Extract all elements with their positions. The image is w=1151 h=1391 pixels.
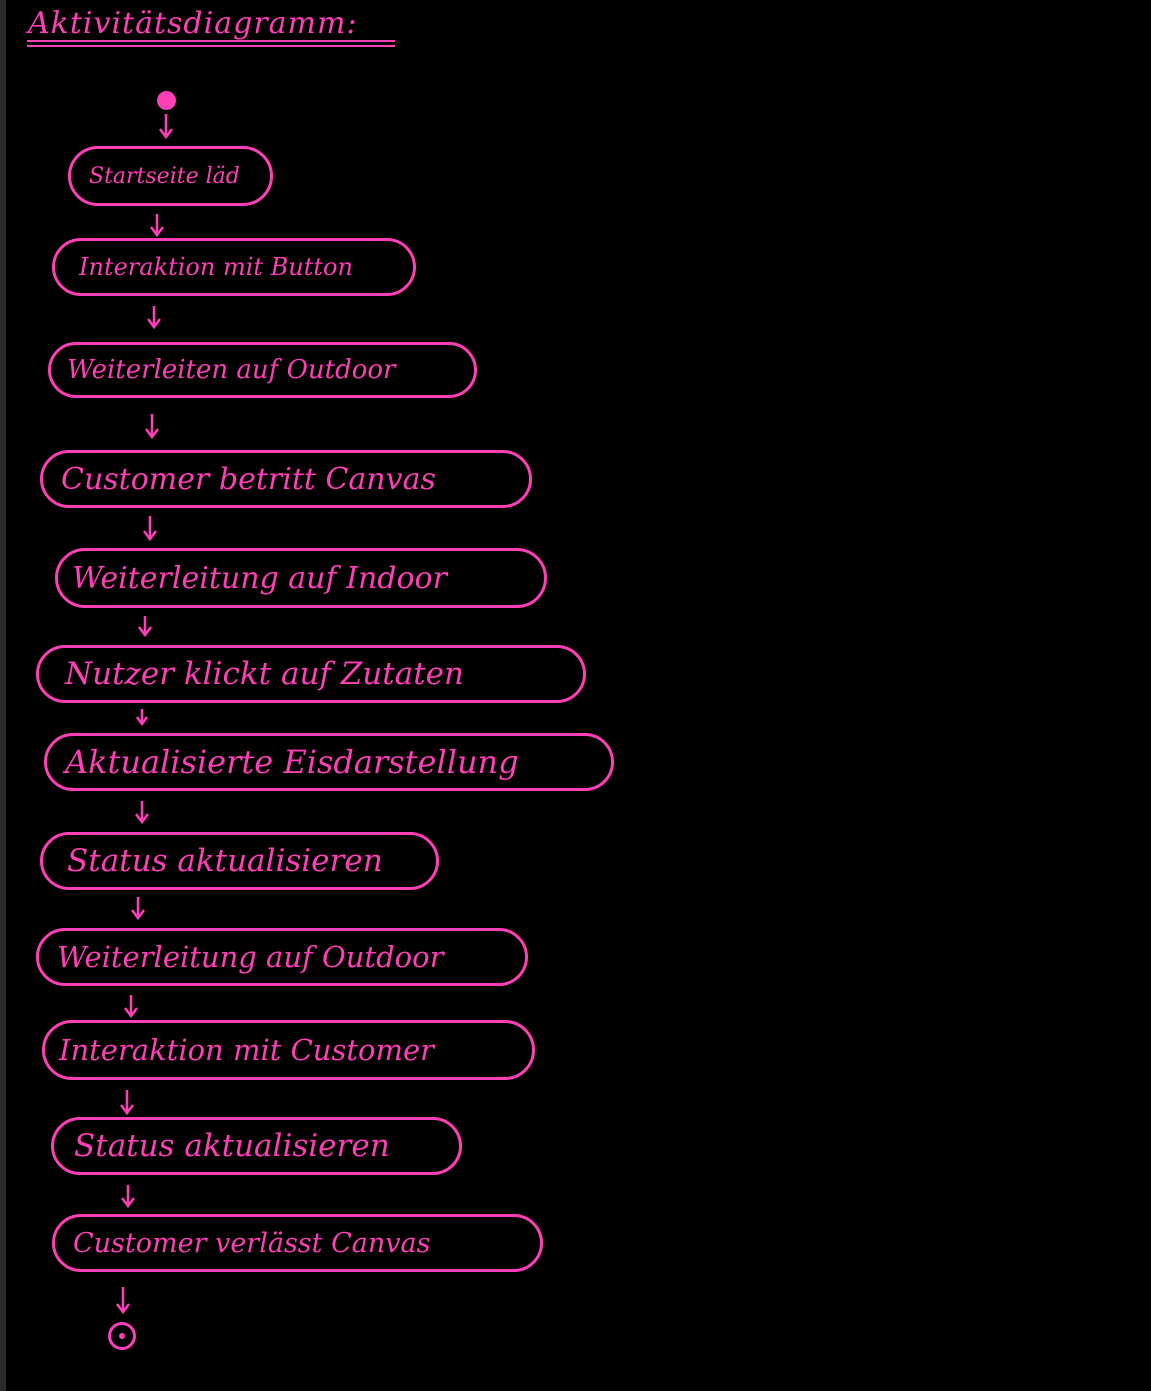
- action-status-aktualisieren-2: Status aktualisieren: [51, 1117, 462, 1175]
- action-label: Customer verlässt Canvas: [73, 1227, 431, 1259]
- flow-arrow: [123, 993, 139, 1019]
- action-label: Nutzer klickt auf Zutaten: [65, 656, 464, 692]
- flow-arrow: [130, 895, 146, 921]
- flow-arrow: [119, 1088, 135, 1116]
- action-weiterleitung-auf-outdoor: Weiterleitung auf Outdoor: [36, 928, 528, 986]
- action-weiterleitung-auf-indoor: Weiterleitung auf Indoor: [55, 548, 547, 608]
- flow-arrow: [144, 412, 160, 440]
- action-label: Weiterleiten auf Outdoor: [67, 355, 396, 385]
- action-weiterleiten-auf-outdoor: Weiterleiten auf Outdoor: [48, 342, 477, 398]
- flow-arrow: [146, 304, 162, 330]
- flow-arrow: [142, 514, 158, 542]
- action-label: Status aktualisieren: [67, 843, 383, 879]
- action-interaktion-mit-button: Interaktion mit Button: [52, 238, 416, 296]
- action-label: Weiterleitung auf Indoor: [72, 560, 447, 596]
- action-nutzer-klickt-auf-zutaten: Nutzer klickt auf Zutaten: [36, 645, 586, 703]
- action-label: Interaktion mit Button: [79, 253, 353, 281]
- action-label: Customer betritt Canvas: [61, 461, 436, 497]
- initial-node: [157, 91, 176, 110]
- flow-arrow: [149, 212, 165, 238]
- action-label: Aktualisierte Eisdarstellung: [65, 743, 519, 781]
- flow-arrow: [134, 707, 150, 727]
- flow-arrow: [120, 1183, 136, 1209]
- action-label: Status aktualisieren: [74, 1128, 390, 1164]
- action-label: Interaktion mit Customer: [59, 1033, 434, 1067]
- action-status-aktualisieren: Status aktualisieren: [40, 832, 439, 890]
- action-customer-verlaesst-canvas: Customer verlässt Canvas: [52, 1214, 543, 1272]
- action-label: Startseite läd: [89, 163, 240, 189]
- flow-arrow: [134, 799, 150, 825]
- activity-diagram: Startseite läd Interaktion mit Button We…: [0, 0, 1151, 1391]
- flow-arrow: [115, 1285, 131, 1315]
- flow-arrow: [137, 614, 153, 638]
- action-startseite-laed: Startseite läd: [68, 146, 273, 206]
- action-label: Weiterleitung auf Outdoor: [57, 940, 444, 974]
- action-customer-betritt-canvas: Customer betritt Canvas: [40, 450, 532, 508]
- flow-arrow: [158, 112, 174, 140]
- final-node-dot: [119, 1333, 125, 1339]
- action-aktualisierte-eisdarstellung: Aktualisierte Eisdarstellung: [44, 733, 614, 791]
- action-interaktion-mit-customer: Interaktion mit Customer: [42, 1020, 535, 1080]
- final-node: [108, 1322, 136, 1350]
